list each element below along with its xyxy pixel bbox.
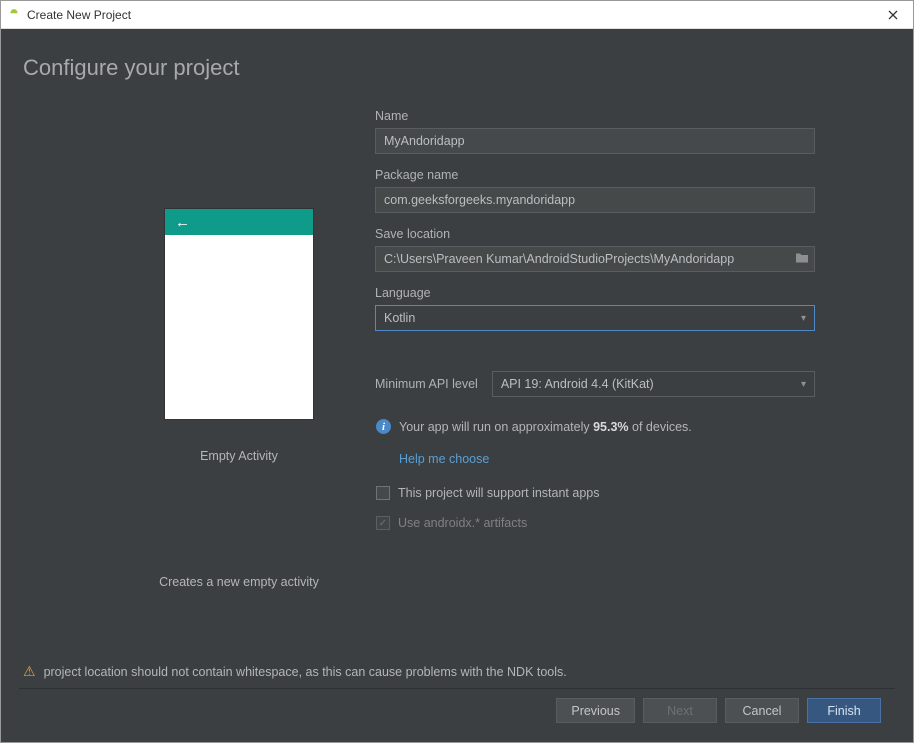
cancel-button[interactable]: Cancel	[725, 698, 799, 723]
name-field-group: Name	[375, 109, 815, 154]
window-close-button[interactable]	[879, 3, 907, 27]
save-location-input[interactable]	[375, 246, 815, 272]
template-name: Empty Activity	[200, 449, 278, 463]
warning-icon: ⚠	[23, 663, 36, 680]
device-coverage-text: Your app will run on approximately 95.3%…	[399, 420, 692, 434]
preview-body	[165, 235, 313, 419]
name-label: Name	[375, 109, 815, 123]
page-title: Configure your project	[23, 55, 895, 81]
info-icon: i	[376, 419, 391, 434]
template-description: Creates a new empty activity	[159, 575, 319, 589]
template-preview: ←	[165, 209, 313, 419]
template-preview-column: ← Empty Activity Creates a new empty act…	[159, 109, 319, 688]
content-area: ← Empty Activity Creates a new empty act…	[19, 109, 895, 688]
name-input[interactable]	[375, 128, 815, 154]
android-icon	[7, 8, 21, 22]
device-coverage-info: i Your app will run on approximately 95.…	[376, 419, 815, 434]
api-level-row: Minimum API level API 19: Android 4.4 (K…	[375, 371, 815, 397]
api-level-selected-value: API 19: Android 4.4 (KitKat)	[501, 377, 654, 391]
main-panel: Configure your project ← Empty Activity …	[1, 29, 913, 742]
warning-text: project location should not contain whit…	[44, 665, 567, 679]
language-label: Language	[375, 286, 815, 300]
language-selected-value: Kotlin	[384, 311, 415, 325]
form-column: Name Package name Save location Language	[375, 109, 815, 688]
api-level-select[interactable]: API 19: Android 4.4 (KitKat) ▾	[492, 371, 815, 397]
save-location-field-group: Save location	[375, 227, 815, 272]
folder-browse-icon[interactable]	[795, 252, 809, 267]
androidx-checkbox: ✓	[376, 516, 390, 530]
preview-appbar: ←	[165, 209, 313, 235]
save-location-label: Save location	[375, 227, 815, 241]
instant-apps-checkbox[interactable]	[376, 486, 390, 500]
package-label: Package name	[375, 168, 815, 182]
instant-apps-label: This project will support instant apps	[398, 486, 599, 500]
androidx-label: Use androidx.* artifacts	[398, 516, 527, 530]
chevron-down-icon: ▾	[801, 313, 806, 324]
instant-apps-checkbox-row[interactable]: This project will support instant apps	[376, 486, 815, 500]
api-level-label: Minimum API level	[375, 377, 478, 391]
package-field-group: Package name	[375, 168, 815, 213]
package-input[interactable]	[375, 187, 815, 213]
titlebar: Create New Project	[1, 1, 913, 29]
chevron-down-icon: ▾	[801, 379, 806, 390]
next-button: Next	[643, 698, 717, 723]
language-select[interactable]: Kotlin ▾	[375, 305, 815, 331]
finish-button[interactable]: Finish	[807, 698, 881, 723]
language-field-group: Language Kotlin ▾	[375, 286, 815, 331]
warning-message: ⚠ project location should not contain wh…	[23, 663, 567, 680]
androidx-checkbox-row: ✓ Use androidx.* artifacts	[376, 516, 815, 530]
previous-button[interactable]: Previous	[556, 698, 635, 723]
button-bar: Previous Next Cancel Finish	[19, 688, 895, 732]
window-title: Create New Project	[27, 8, 131, 22]
help-me-choose-link[interactable]: Help me choose	[399, 452, 815, 466]
arrow-left-icon: ←	[175, 214, 190, 231]
